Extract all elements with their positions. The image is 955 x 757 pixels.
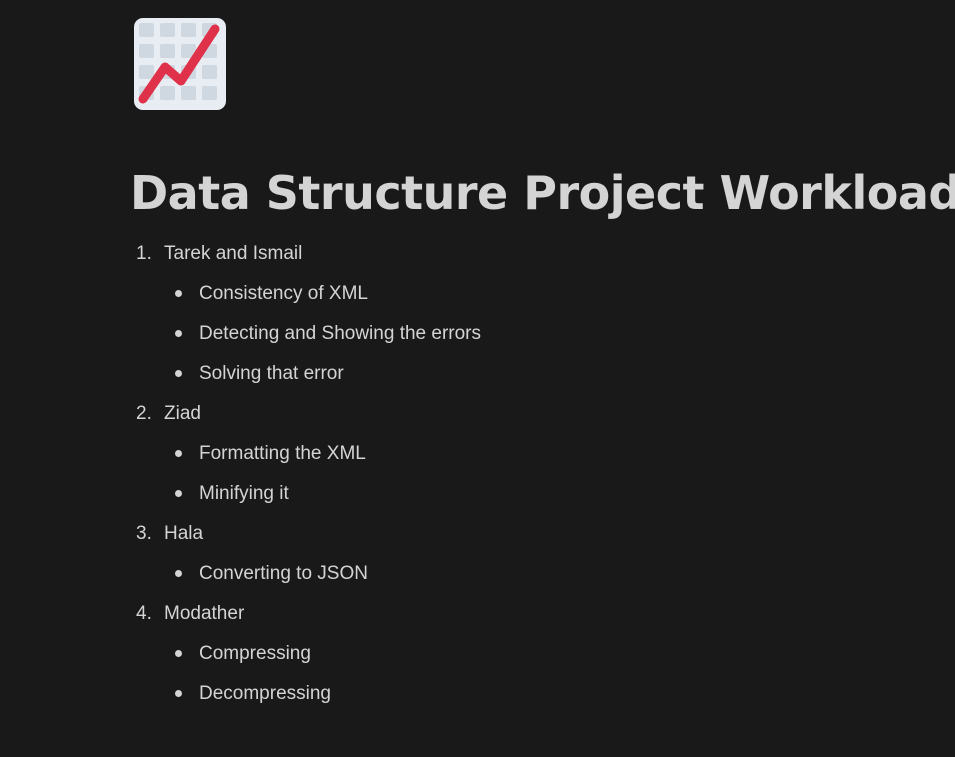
list-number: 1. bbox=[136, 243, 152, 264]
bulleted-list-item[interactable]: Consistency of XML bbox=[0, 274, 955, 314]
bulleted-list-item[interactable]: Converting to JSON bbox=[0, 554, 955, 594]
list-number: 3. bbox=[136, 523, 152, 544]
page-title[interactable]: Data Structure Project Workload bbox=[130, 162, 955, 224]
bullet-icon bbox=[175, 330, 182, 337]
bullet-icon bbox=[175, 570, 182, 577]
bulleted-list-item[interactable]: Solving that error bbox=[0, 354, 955, 394]
bullet-icon bbox=[175, 450, 182, 457]
chart-increasing-icon-graphic bbox=[134, 18, 226, 110]
numbered-list-item[interactable]: 4. Modather bbox=[0, 594, 955, 634]
list-item-label: Tarek and Ismail bbox=[164, 243, 303, 264]
list-item-label: Compressing bbox=[199, 643, 311, 664]
list-item-label: Modather bbox=[164, 603, 245, 624]
numbered-list-item[interactable]: 1. Tarek and Ismail bbox=[0, 234, 955, 274]
bulleted-list-item[interactable]: Minifying it bbox=[0, 474, 955, 514]
workload-outline: 1. Tarek and Ismail Consistency of XML D… bbox=[0, 234, 955, 714]
bulleted-list-item[interactable]: Decompressing bbox=[0, 674, 955, 714]
list-item-label: Converting to JSON bbox=[199, 563, 368, 584]
bullet-icon bbox=[175, 690, 182, 697]
list-number: 4. bbox=[136, 603, 152, 624]
bullet-icon bbox=[175, 370, 182, 377]
list-item-label: Decompressing bbox=[199, 683, 331, 704]
bulleted-list-item[interactable]: Formatting the XML bbox=[0, 434, 955, 474]
list-item-label: Solving that error bbox=[199, 363, 344, 384]
bullet-icon bbox=[175, 290, 182, 297]
list-item-label: Hala bbox=[164, 523, 204, 544]
bullet-icon bbox=[175, 650, 182, 657]
chart-increasing-icon[interactable] bbox=[133, 17, 227, 111]
list-item-label: Consistency of XML bbox=[199, 283, 368, 304]
numbered-list-item[interactable]: 2. Ziad bbox=[0, 394, 955, 434]
bulleted-list-item[interactable]: Compressing bbox=[0, 634, 955, 674]
list-item-label: Formatting the XML bbox=[199, 443, 366, 464]
bullet-icon bbox=[175, 490, 182, 497]
list-item-label: Detecting and Showing the errors bbox=[199, 323, 481, 344]
list-item-label: Ziad bbox=[164, 403, 201, 424]
list-number: 2. bbox=[136, 403, 152, 424]
numbered-list-item[interactable]: 3. Hala bbox=[0, 514, 955, 554]
bulleted-list-item[interactable]: Detecting and Showing the errors bbox=[0, 314, 955, 354]
list-item-label: Minifying it bbox=[199, 483, 289, 504]
